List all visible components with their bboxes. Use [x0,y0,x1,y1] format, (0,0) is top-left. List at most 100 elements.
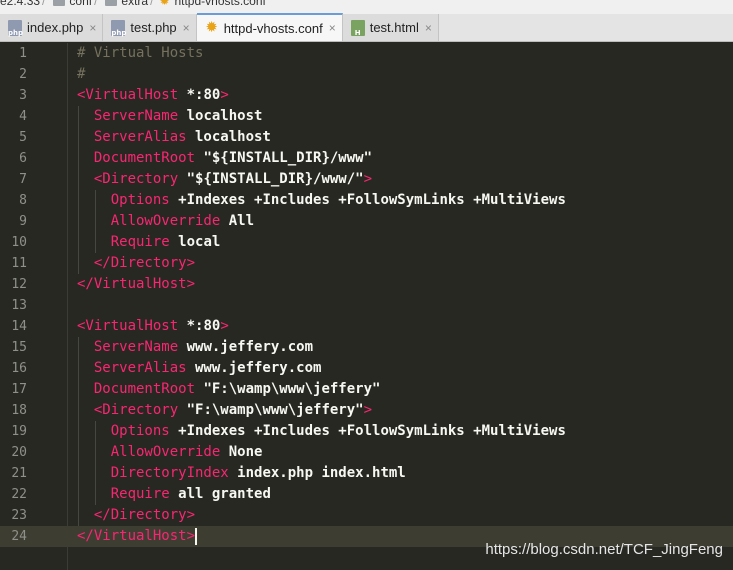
breadcrumb-label: conf [69,0,93,8]
close-icon[interactable]: × [183,21,190,35]
config-file-icon: ✹ [159,0,170,8]
code-editor[interactable]: 1 # Virtual Hosts 2 #3 <VirtualHost *:80> 4 S… [0,43,733,570]
code-text: </VirtualHost> [77,274,195,295]
code-value: +Indexes +Includes +FollowSymLinks +Mult… [169,192,566,208]
code-line[interactable]: 14 <VirtualHost *:80> [0,316,733,337]
tab-test-php[interactable]: php test.php × [103,14,197,41]
code-line[interactable]: 22 Require all granted [0,484,733,505]
tab-test-html[interactable]: H test.html × [342,14,439,41]
code-text: ServerName localhost [77,106,263,127]
code-line[interactable]: 19 Options +Indexes +Includes +FollowSym… [0,421,733,442]
code-directive: ServerName [93,108,179,124]
line-number: 13 [11,298,27,313]
code-line[interactable]: 12 </VirtualHost> [0,274,733,295]
code-value: "F:\wamp\www\jeffery" [195,381,381,397]
close-icon[interactable]: × [329,21,336,35]
code-line[interactable]: 10 Require local [0,232,733,253]
code-line[interactable]: 20 AllowOverride None [0,442,733,463]
code-lines[interactable]: 1 # Virtual Hosts 2 #3 <VirtualHost *:80> 4 S… [0,43,733,547]
tab-index-php[interactable]: php index.php × [0,14,104,41]
editor-tab-bar: php index.php × php test.php × ✹ httpd-v… [0,13,733,42]
code-text: </Directory> [77,505,195,526]
code-directive: Require [110,234,170,250]
code-line[interactable]: 7 <Directory "${INSTALL_DIR}/www/"> [0,169,733,190]
code-line[interactable]: 1 # Virtual Hosts [0,43,733,64]
code-value: "${INSTALL_DIR}/www/" [178,171,364,187]
code-line[interactable]: 17 DocumentRoot "F:\wamp\www\jeffery" [0,379,733,400]
code-line[interactable]: 16 ServerAlias www.jeffery.com [0,358,733,379]
line-number: 5 [19,130,27,145]
code-text: DirectoryIndex index.php index.html [77,463,406,484]
code-line[interactable]: 13 [0,295,733,316]
breadcrumb-item-conf[interactable]: conf [47,0,92,8]
code-value: None [220,444,263,460]
line-number: 23 [11,508,27,523]
code-tag: > [220,87,229,103]
code-directive: Options [110,423,170,439]
tab-httpd-vhosts-conf[interactable]: ✹ httpd-vhosts.conf × [196,13,343,41]
breadcrumb-item-extra[interactable]: extra [99,0,148,8]
code-line[interactable]: 11 </Directory> [0,253,733,274]
code-tag: <VirtualHost [77,318,179,334]
code-tag: > [363,402,373,418]
code-value: All [220,213,255,229]
code-value: all granted [169,486,271,502]
code-line[interactable]: 9 AllowOverride All [0,211,733,232]
file-icon-label: php [8,28,24,37]
code-tag: </VirtualHost> [77,528,196,544]
code-tag: > [220,318,229,334]
close-icon[interactable]: × [89,21,96,35]
code-line[interactable]: 3 <VirtualHost *:80> [0,85,733,106]
html-file-icon: H [350,19,365,37]
breadcrumb-label: e2.4.33 [0,0,41,8]
close-icon[interactable]: × [425,21,432,35]
code-directive: Options [110,192,170,208]
code-text: <Directory "F:\wamp\www\jeffery"> [77,400,372,421]
breadcrumb-item-file[interactable]: ✹ httpd-vhosts.conf [155,0,265,8]
code-line[interactable]: 4 ServerName localhost [0,106,733,127]
line-number: 15 [11,340,27,355]
code-text: </VirtualHost> [77,526,198,547]
code-tag: </Directory> [93,507,196,523]
code-line[interactable]: 5 ServerAlias localhost [0,127,733,148]
code-value: local [169,234,221,250]
code-text: DocumentRoot "F:\wamp\www\jeffery" [77,379,381,400]
line-number: 2 [19,67,27,82]
line-number: 24 [11,529,27,544]
code-line[interactable]: 21 DirectoryIndex index.php index.html [0,463,733,484]
line-number: 7 [19,172,27,187]
code-text: Require local [77,232,221,253]
code-line[interactable]: 15 ServerName www.jeffery.com [0,337,733,358]
breadcrumb: e2.4.33 / conf / extra / ✹ httpd-vhosts.… [0,0,733,14]
code-value: index.php index.html [228,465,406,481]
code-line[interactable]: 8 Options +Indexes +Includes +FollowSymL… [0,190,733,211]
code-text: AllowOverride None [77,442,263,463]
code-text: ServerAlias localhost [77,127,271,148]
php-file-icon: php [111,19,126,37]
code-line[interactable]: 23 </Directory> [0,505,733,526]
breadcrumb-separator: / [94,0,98,8]
line-number: 19 [11,424,27,439]
line-number: 9 [19,214,27,229]
breadcrumb-label: httpd-vhosts.conf [174,0,266,8]
code-text: Require all granted [77,484,271,505]
code-line[interactable]: 6 DocumentRoot "${INSTALL_DIR}/www" [0,148,733,169]
line-number: 16 [11,361,27,376]
code-text: Options +Indexes +Includes +FollowSymLin… [77,190,566,211]
line-number: 6 [19,151,27,166]
code-text: Options +Indexes +Includes +FollowSymLin… [77,421,566,442]
line-number: 1 [19,46,27,61]
breadcrumb-item-root[interactable]: e2.4.33 [0,0,40,8]
line-number: 11 [11,256,27,271]
code-line[interactable]: 18 <Directory "F:\wamp\www\jeffery"> [0,400,733,421]
code-line[interactable]: 2 # [0,64,733,85]
line-number: 12 [11,277,27,292]
